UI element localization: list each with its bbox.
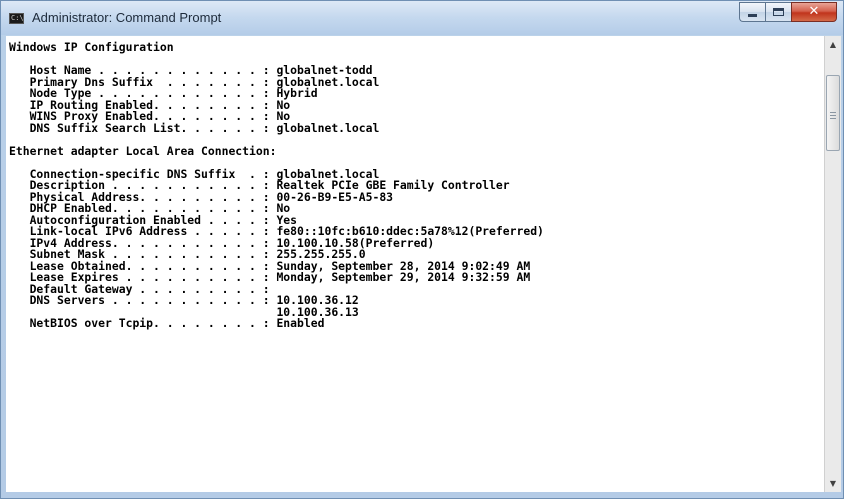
vertical-scrollbar[interactable]: ▲ ▼ bbox=[824, 36, 841, 492]
scroll-up-arrow-icon[interactable]: ▲ bbox=[825, 36, 841, 53]
maximize-icon bbox=[773, 8, 784, 16]
command-prompt-window: C:\_ Administrator: Command Prompt ✕ Win… bbox=[0, 0, 844, 499]
scrollbar-thumb[interactable] bbox=[826, 75, 840, 151]
console-output[interactable]: Windows IP Configuration Host Name . . .… bbox=[6, 36, 824, 492]
caption-buttons: ✕ bbox=[739, 2, 837, 22]
close-icon: ✕ bbox=[808, 4, 820, 19]
maximize-button[interactable] bbox=[765, 2, 791, 22]
close-button[interactable]: ✕ bbox=[791, 2, 837, 22]
title-bar[interactable]: C:\_ Administrator: Command Prompt ✕ bbox=[1, 1, 843, 35]
window-title: Administrator: Command Prompt bbox=[32, 10, 222, 25]
console-line: Windows IP Configuration bbox=[9, 40, 174, 54]
console-line: DNS Suffix Search List. . . . . . : glob… bbox=[9, 120, 380, 135]
cmd-icon-text: C:\_ bbox=[11, 14, 24, 22]
cmd-icon[interactable]: C:\_ bbox=[9, 13, 24, 24]
console-text: Windows IP Configuration Host Name . . .… bbox=[6, 36, 824, 330]
scroll-down-arrow-icon[interactable]: ▼ bbox=[825, 475, 841, 492]
minimize-icon bbox=[748, 14, 757, 17]
console-line: Ethernet adapter Local Area Connection: bbox=[9, 143, 277, 158]
grip-icon bbox=[830, 112, 836, 119]
console-line: NetBIOS over Tcpip. . . . . . . . : Enab… bbox=[9, 316, 325, 330]
minimize-button[interactable] bbox=[739, 2, 765, 22]
